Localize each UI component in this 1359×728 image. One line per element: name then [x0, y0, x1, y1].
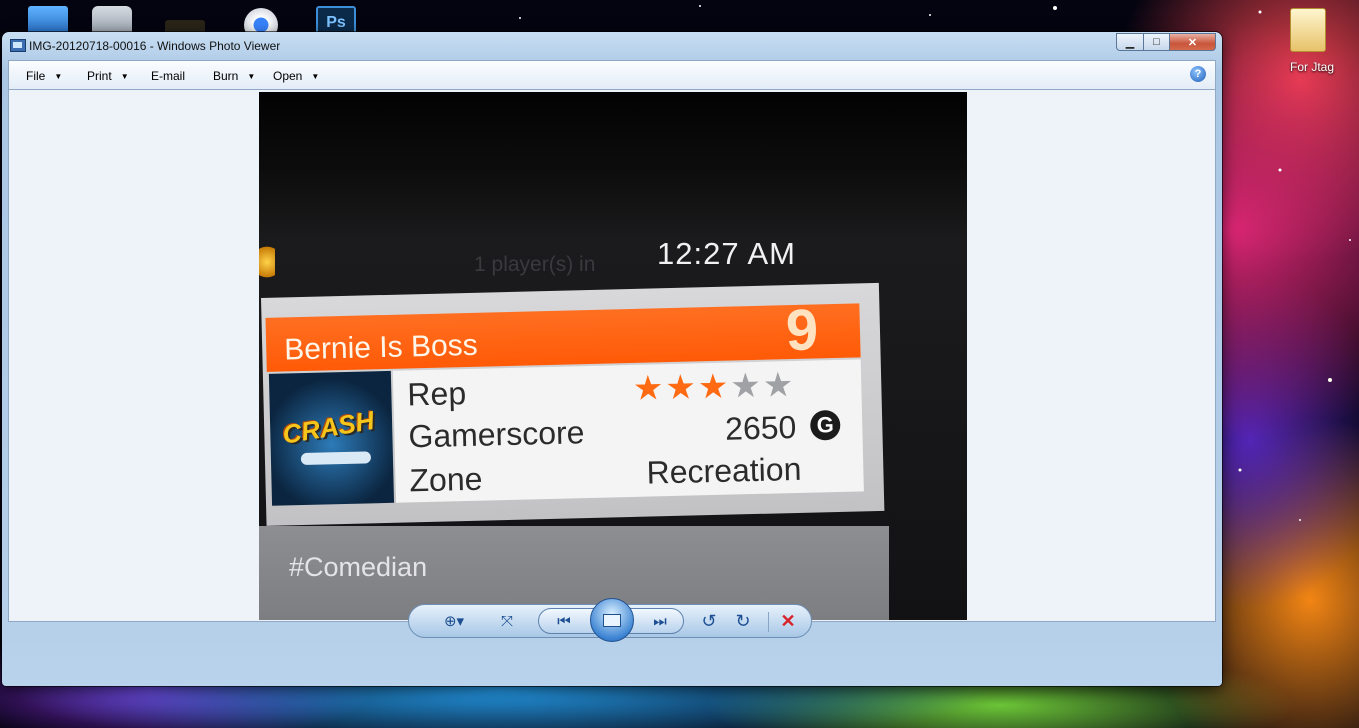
- slideshow-button[interactable]: [590, 598, 634, 642]
- gamerpic: CRASH: [268, 370, 395, 506]
- rep-star-filled-icon: ★: [664, 368, 699, 408]
- chevron-down-icon: ▼: [247, 72, 256, 81]
- chevron-down-icon: ▼: [54, 72, 63, 81]
- photo-viewer-window: IMG-20120718-00016 - Windows Photo Viewe…: [2, 32, 1222, 686]
- chevron-down-icon: ▼: [311, 72, 320, 81]
- folder-icon[interactable]: [1290, 8, 1326, 52]
- next-button[interactable]: ⏭: [642, 605, 678, 637]
- menu-open[interactable]: Open ▼: [273, 69, 319, 83]
- slideshow-icon: [603, 613, 621, 627]
- zoom-button[interactable]: ⊕▾: [434, 605, 474, 637]
- delete-button[interactable]: ✕: [774, 605, 802, 637]
- gamertag: Bernie Is Boss: [283, 328, 479, 367]
- rep-star-filled-icon: ★: [697, 367, 731, 407]
- gamerscore-icon: G: [809, 409, 841, 441]
- zone-label: Zone: [409, 460, 483, 499]
- menu-email[interactable]: E-mail: [151, 69, 185, 83]
- menu-burn[interactable]: Burn ▼: [213, 69, 255, 83]
- rotate-counterclockwise-button[interactable]: ↺: [694, 605, 724, 637]
- photo-clock: 12:27 AM: [657, 236, 796, 271]
- minimize-button[interactable]: ▁: [1116, 33, 1144, 51]
- menu-bar: File ▼ Print ▼ E-mail Burn ▼ Open ▼ ?: [8, 60, 1216, 90]
- actual-size-button[interactable]: ⤧: [490, 605, 524, 637]
- title-bar[interactable]: IMG-20120718-00016 - Windows Photo Viewe…: [2, 32, 1222, 58]
- rep-label: Rep: [406, 375, 467, 413]
- gamercard: Bernie Is Boss 9 CRASH Rep ★★★★★ Gamersc…: [261, 282, 885, 526]
- rep-star-filled-icon: ★: [632, 369, 666, 408]
- gamerpic-logo-text: CRASH: [280, 405, 377, 450]
- rotate-clockwise-button[interactable]: ↻: [728, 605, 758, 637]
- gamerscore-value: 2650: [724, 408, 797, 447]
- menu-print[interactable]: Print ▼: [87, 69, 129, 83]
- gamercard-info: Rep ★★★★★ Gamerscore 2650 G Zone Recreat…: [392, 359, 864, 503]
- window-title: IMG-20120718-00016 - Windows Photo Viewe…: [29, 39, 281, 53]
- motto-text: #Comedian: [289, 552, 428, 582]
- photo-viewer-app-icon: [10, 39, 26, 52]
- close-button[interactable]: ✕: [1169, 33, 1216, 51]
- rep-star-empty-icon: ★: [729, 366, 764, 406]
- photo-background-text: 1 player(s) in: [474, 253, 596, 276]
- side-decoration: [259, 242, 275, 282]
- menu-file[interactable]: File ▼: [26, 69, 62, 83]
- gamerpic-decoration: [300, 451, 372, 466]
- zone-value: Recreation: [646, 450, 802, 491]
- help-icon[interactable]: ?: [1190, 66, 1206, 82]
- chevron-down-icon: ▼: [120, 72, 129, 81]
- rep-stars: ★★★★★: [632, 365, 795, 409]
- folder-label: For Jtag: [1290, 60, 1335, 74]
- rep-star-empty-icon: ★: [762, 365, 796, 405]
- toolbar-separator: [768, 612, 769, 632]
- image-viewport[interactable]: 1 player(s) in 12:27 AM Bernie Is Boss 9…: [8, 90, 1216, 622]
- previous-button[interactable]: ⏮: [546, 605, 582, 637]
- gamerscore-label: Gamerscore: [407, 414, 585, 455]
- maximize-button[interactable]: □: [1143, 33, 1170, 51]
- level-number: 9: [785, 297, 820, 364]
- displayed-photo: 1 player(s) in 12:27 AM Bernie Is Boss 9…: [259, 92, 967, 620]
